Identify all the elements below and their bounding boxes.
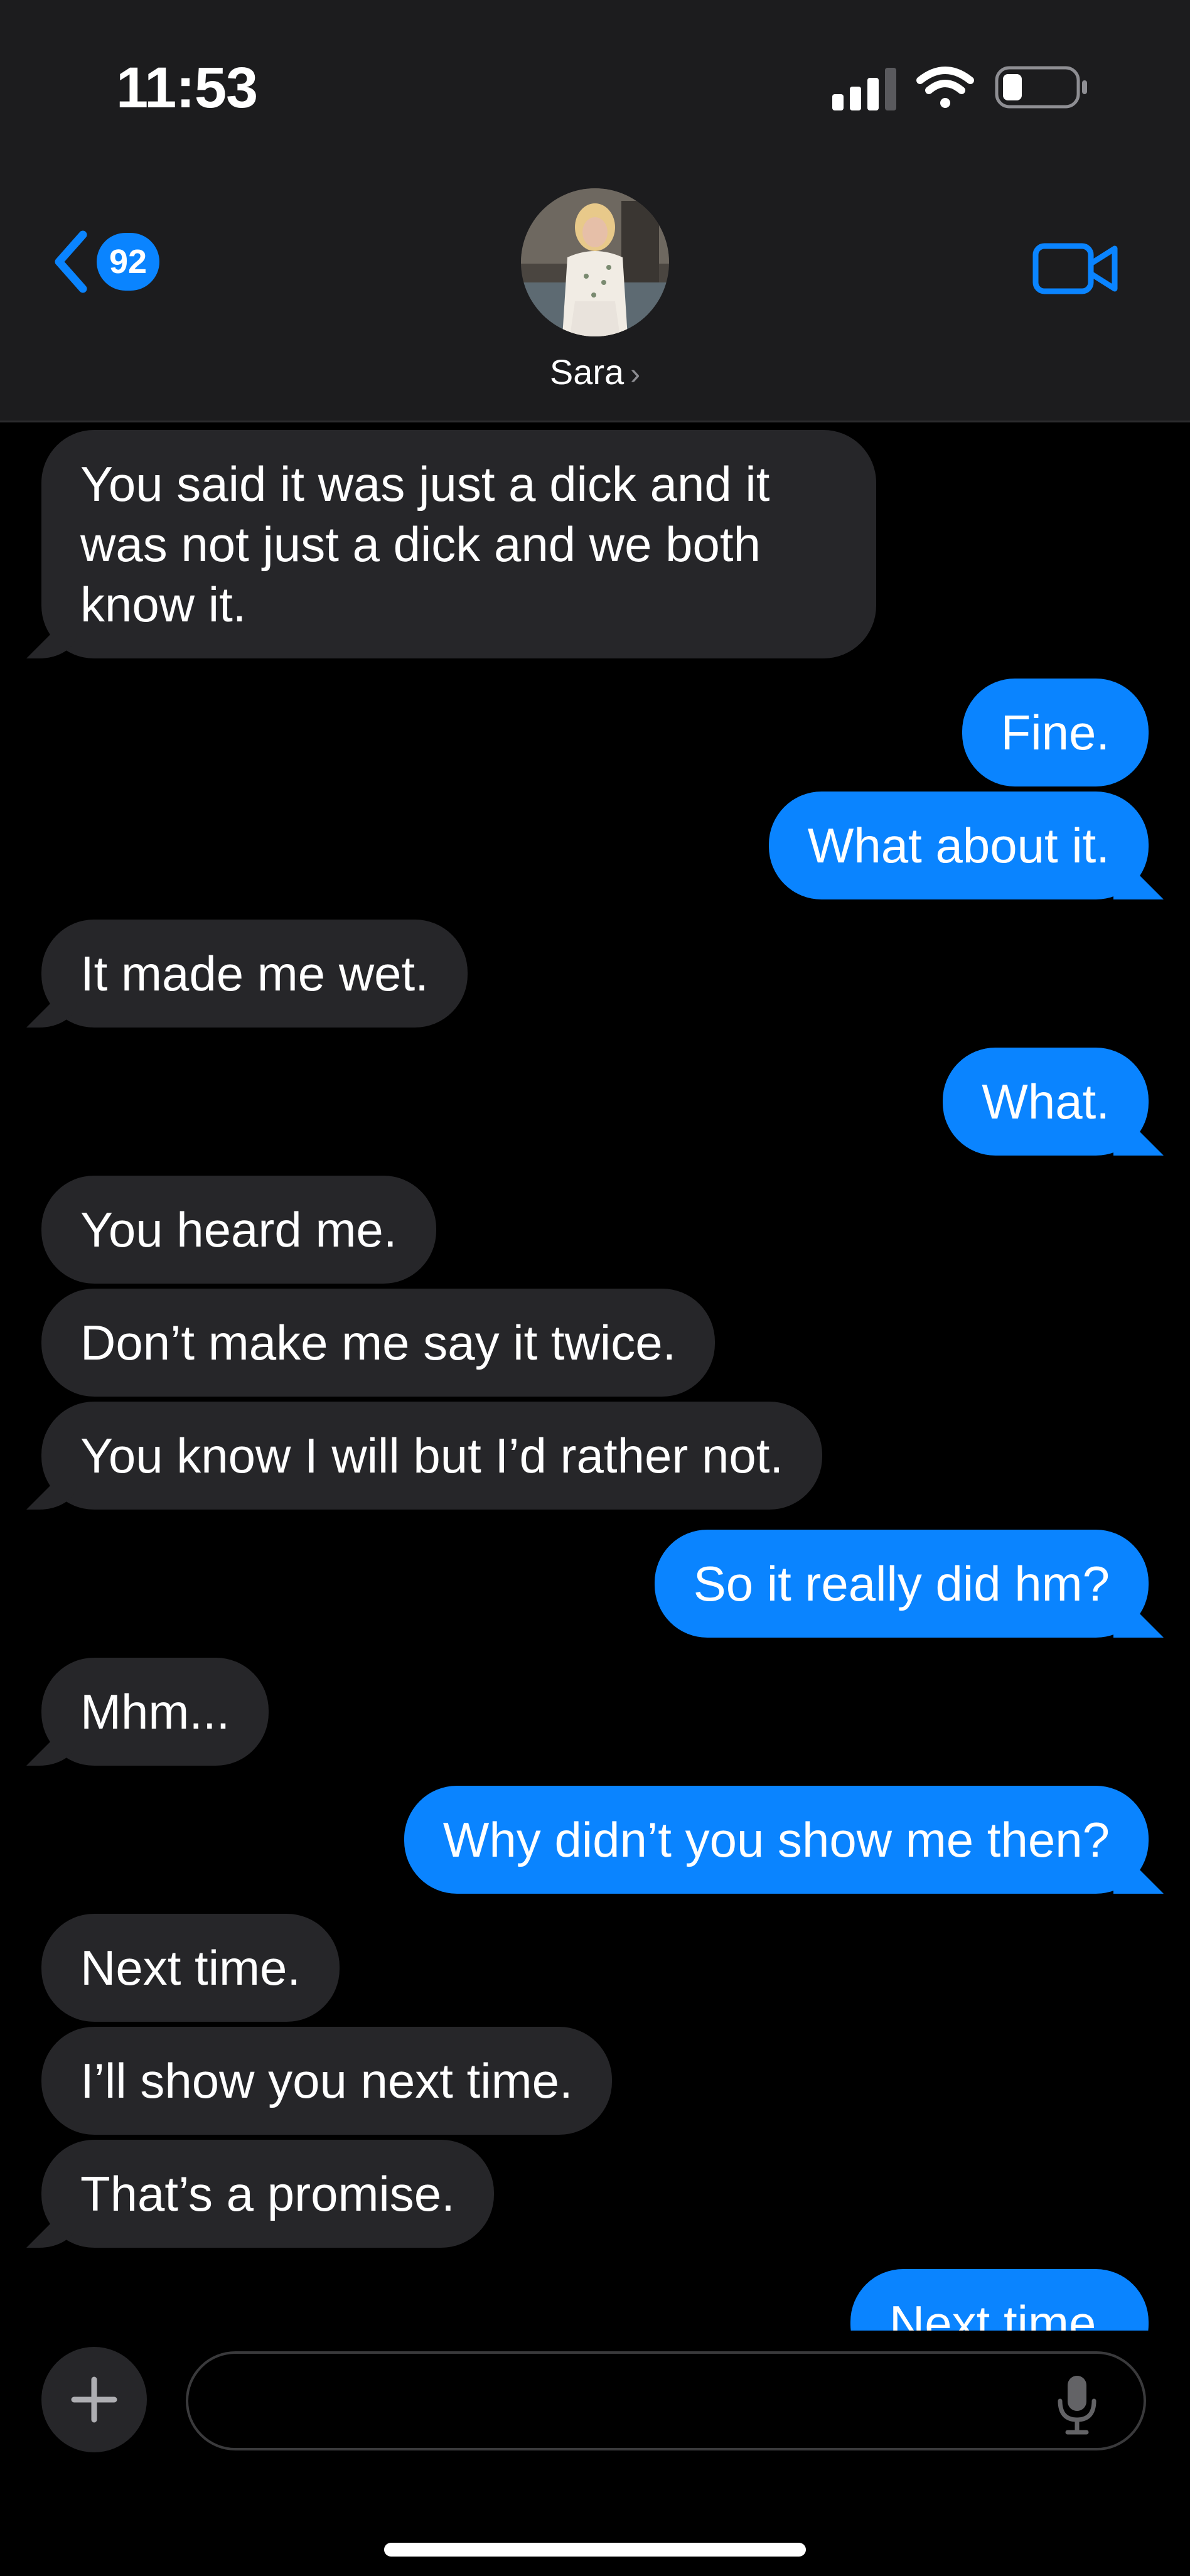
outgoing-message[interactable]: Next time. xyxy=(850,2269,1149,2331)
outgoing-message[interactable]: What. xyxy=(943,1048,1149,1156)
attachments-button[interactable] xyxy=(41,2347,147,2452)
outgoing-message[interactable]: What about it. xyxy=(768,792,1149,899)
incoming-message[interactable]: It made me wet. xyxy=(41,920,468,1028)
incoming-message[interactable]: You know I will but I’d rather not. xyxy=(41,1402,823,1510)
wifi-icon xyxy=(916,67,974,108)
incoming-message[interactable]: I’ll show you next time. xyxy=(41,2027,612,2135)
outgoing-message[interactable]: So it really did hm? xyxy=(654,1530,1149,1638)
dictation-button[interactable] xyxy=(1055,2373,1099,2436)
incoming-message[interactable]: Mhm... xyxy=(41,1658,269,1766)
contact-name-label: Sara xyxy=(549,352,624,392)
incoming-message[interactable]: You said it was just a dick and it was n… xyxy=(41,430,876,658)
contact-name[interactable]: Sara › xyxy=(0,352,1190,392)
status-bar: 11:53 xyxy=(0,0,1190,169)
incoming-message[interactable]: Don’t make me say it twice. xyxy=(41,1289,716,1397)
back-button[interactable]: 92 xyxy=(49,227,160,296)
status-icons xyxy=(832,63,1096,113)
unread-count-badge: 92 xyxy=(97,233,160,291)
chevron-right-icon: › xyxy=(630,358,641,391)
message-thread[interactable]: You said it was just a dick and it was n… xyxy=(0,422,1190,2331)
battery-icon xyxy=(995,66,1087,109)
microphone-icon xyxy=(1058,2376,1096,2435)
conversation-header: 92 Sara › xyxy=(0,169,1190,422)
incoming-message[interactable]: Next time. xyxy=(41,1914,340,2022)
outgoing-message[interactable]: Why didn’t you show me then? xyxy=(404,1786,1149,1894)
incoming-message[interactable]: That’s a promise. xyxy=(41,2140,494,2248)
home-indicator xyxy=(384,2543,806,2557)
chevron-left-icon xyxy=(55,230,87,293)
incoming-message[interactable]: You heard me. xyxy=(41,1176,436,1284)
cellular-signal-icon xyxy=(832,68,896,110)
message-input[interactable] xyxy=(186,2351,1146,2450)
video-camera-icon xyxy=(1032,243,1118,294)
video-call-button[interactable] xyxy=(1032,237,1120,300)
plus-icon xyxy=(71,2376,117,2423)
outgoing-message[interactable]: Fine. xyxy=(962,679,1149,786)
contact-avatar[interactable] xyxy=(521,188,669,336)
status-time: 11:53 xyxy=(116,56,258,120)
composer-bar xyxy=(0,2331,1190,2576)
